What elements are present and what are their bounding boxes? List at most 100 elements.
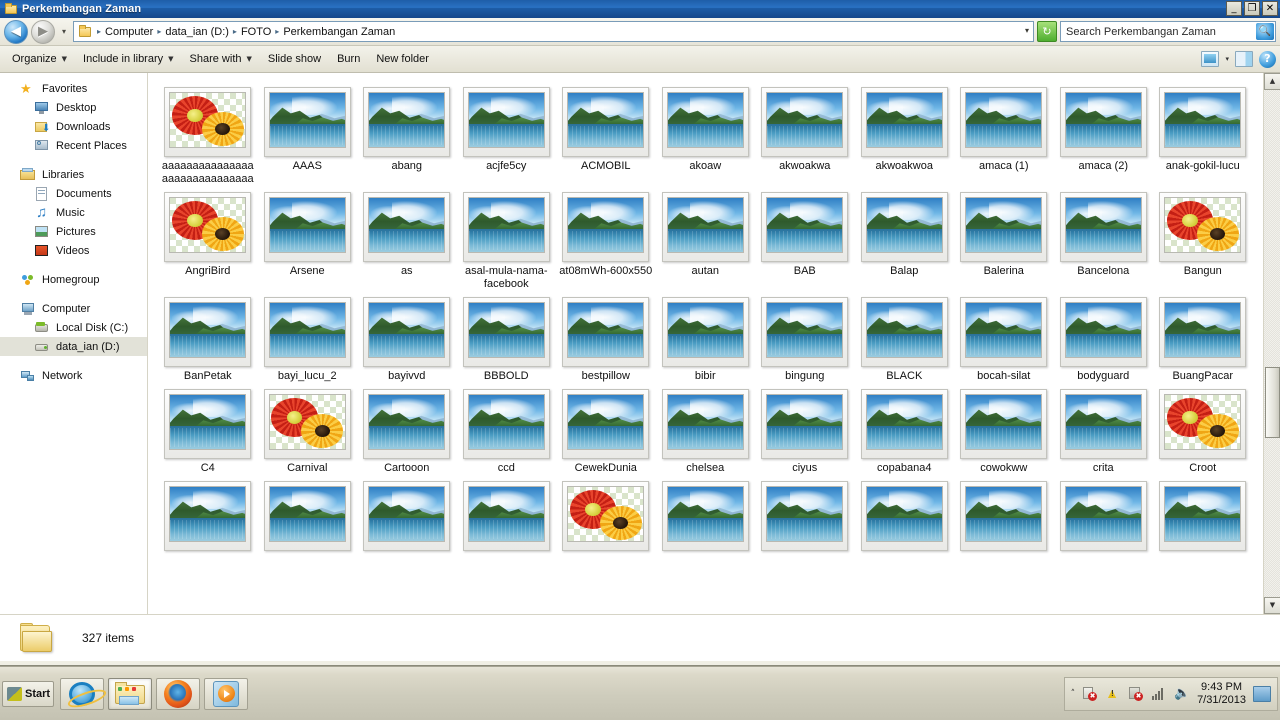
file-tile[interactable] xyxy=(158,475,258,554)
taskbar-button-firefox[interactable] xyxy=(156,677,200,710)
sidebar-item-pictures[interactable]: Pictures xyxy=(0,222,147,241)
file-tile[interactable] xyxy=(1153,475,1253,554)
file-tile[interactable] xyxy=(755,475,855,554)
breadcrumb-separator[interactable]: ▸ xyxy=(155,27,163,36)
close-button[interactable]: ✕ xyxy=(1262,1,1278,16)
burn-button[interactable]: Burn xyxy=(329,50,368,68)
file-tile[interactable]: Cartooon xyxy=(357,383,457,475)
file-tile[interactable]: Balerina xyxy=(954,186,1054,291)
file-tile[interactable]: copabana4 xyxy=(855,383,955,475)
navigation-pane[interactable]: ★ Favorites Desktop ⬇ Downloads Recent P… xyxy=(0,73,148,614)
show-hidden-icons-icon[interactable]: ˄ xyxy=(1071,689,1076,699)
scroll-down-button[interactable]: ▼ xyxy=(1264,597,1280,614)
file-tile[interactable]: ACMOBIL xyxy=(556,81,656,186)
file-tile[interactable]: abang xyxy=(357,81,457,186)
vertical-scrollbar[interactable]: ▲ ▼ xyxy=(1263,73,1280,614)
file-tile[interactable]: BLACK xyxy=(855,291,955,383)
file-tile[interactable]: bodyguard xyxy=(1054,291,1154,383)
file-tile[interactable]: Bangun xyxy=(1153,186,1253,291)
sidebar-item-videos[interactable]: Videos xyxy=(0,241,147,260)
organize-button[interactable]: Organize ▼ xyxy=(4,50,75,68)
sidebar-item-recent-places[interactable]: Recent Places xyxy=(0,136,147,155)
file-tile[interactable]: bayi_lucu_2 xyxy=(258,291,358,383)
file-tile[interactable]: AngriBird xyxy=(158,186,258,291)
sidebar-item-downloads[interactable]: ⬇ Downloads xyxy=(0,117,147,136)
recent-pages-dropdown[interactable]: ▾ xyxy=(58,27,70,36)
file-tile[interactable]: aaaaaaaaaaaaaaaaaaaaaaaaaaaaaa xyxy=(158,81,258,186)
antivirus-icon[interactable]: ✖ xyxy=(1128,686,1144,702)
sidebar-item-local-disk-c[interactable]: Local Disk (C:) xyxy=(0,318,147,337)
file-tile[interactable]: CewekDunia xyxy=(556,383,656,475)
action-center-flag-icon[interactable]: ✖ xyxy=(1082,686,1098,702)
back-button[interactable]: ◀ xyxy=(4,19,28,44)
file-tile[interactable]: BanPetak xyxy=(158,291,258,383)
title-bar[interactable]: Perkembangan Zaman _ ❐ ✕ xyxy=(0,0,1280,18)
sidebar-item-data-ian-d[interactable]: data_ian (D:) xyxy=(0,337,147,356)
taskbar-button-internet-explorer[interactable] xyxy=(60,677,104,710)
file-tile[interactable] xyxy=(954,475,1054,554)
file-tile[interactable]: C4 xyxy=(158,383,258,475)
minimize-button[interactable]: _ xyxy=(1226,1,1242,16)
taskbar-button-windows-explorer[interactable] xyxy=(108,677,152,710)
new-folder-button[interactable]: New folder xyxy=(368,50,437,68)
file-tile[interactable] xyxy=(258,475,358,554)
sidebar-item-music[interactable]: ♫ Music xyxy=(0,203,147,222)
file-tile[interactable]: Carnival xyxy=(258,383,358,475)
file-tile[interactable]: acjfe5cy xyxy=(457,81,557,186)
file-tile[interactable]: bestpillow xyxy=(556,291,656,383)
file-tile[interactable]: autan xyxy=(656,186,756,291)
breadcrumb-separator[interactable]: ▸ xyxy=(95,27,103,36)
file-tile[interactable]: at08mWh-600x550 xyxy=(556,186,656,291)
search-input[interactable]: Search Perkembangan Zaman 🔍 xyxy=(1060,21,1276,42)
file-tile[interactable]: bayivvd xyxy=(357,291,457,383)
chevron-down-icon[interactable]: ▾ xyxy=(1025,26,1029,35)
share-with-button[interactable]: Share with ▼ xyxy=(182,50,260,68)
file-tile[interactable]: Arsene xyxy=(258,186,358,291)
include-in-library-button[interactable]: Include in library ▼ xyxy=(75,50,181,68)
file-tile[interactable] xyxy=(457,475,557,554)
taskbar-button-windows-media-player[interactable] xyxy=(204,677,248,710)
breadcrumb-item-foto[interactable]: FOTO xyxy=(239,26,273,38)
scroll-up-button[interactable]: ▲ xyxy=(1264,73,1280,90)
sidebar-item-desktop[interactable]: Desktop xyxy=(0,98,147,117)
forward-button[interactable]: ▶ xyxy=(31,19,55,44)
breadcrumb-separator[interactable]: ▸ xyxy=(273,27,281,36)
breadcrumb-item-data-ian[interactable]: data_ian (D:) xyxy=(163,26,231,38)
file-list-pane[interactable]: aaaaaaaaaaaaaaaaaaaaaaaaaaaaaa AAAS abang a… xyxy=(148,73,1280,614)
chevron-down-icon[interactable]: ▾ xyxy=(1225,55,1229,63)
file-tile[interactable]: bingung xyxy=(755,291,855,383)
file-tile[interactable]: anak-gokil-lucu xyxy=(1153,81,1253,186)
scrollbar-thumb[interactable] xyxy=(1265,367,1280,438)
file-tile[interactable]: amaca (1) xyxy=(954,81,1054,186)
show-desktop-button[interactable] xyxy=(1253,685,1271,702)
network-signal-icon[interactable] xyxy=(1151,686,1167,702)
preview-pane-icon[interactable] xyxy=(1235,51,1253,67)
file-tile[interactable]: amaca (2) xyxy=(1054,81,1154,186)
file-tile[interactable]: akoaw xyxy=(656,81,756,186)
file-tile[interactable] xyxy=(556,475,656,554)
file-tile[interactable] xyxy=(1054,475,1154,554)
file-tile[interactable]: Balap xyxy=(855,186,955,291)
change-view-icon[interactable] xyxy=(1201,51,1220,67)
sidebar-item-homegroup[interactable]: Homegroup xyxy=(0,270,147,289)
file-tile[interactable]: BAB xyxy=(755,186,855,291)
refresh-button[interactable]: ↻ xyxy=(1037,21,1057,42)
file-tile[interactable]: Croot xyxy=(1153,383,1253,475)
file-tile[interactable] xyxy=(656,475,756,554)
slide-show-button[interactable]: Slide show xyxy=(260,50,329,68)
help-icon[interactable]: ? xyxy=(1259,50,1276,68)
file-tile[interactable]: chelsea xyxy=(656,383,756,475)
file-tile[interactable]: cowokww xyxy=(954,383,1054,475)
volume-icon[interactable]: 🔈 xyxy=(1174,686,1190,702)
search-icon[interactable]: 🔍 xyxy=(1256,23,1274,40)
file-tile[interactable]: BuangPacar xyxy=(1153,291,1253,383)
sidebar-item-documents[interactable]: Documents xyxy=(0,184,147,203)
file-tile[interactable] xyxy=(855,475,955,554)
file-tile[interactable]: asal-mula-nama-facebook xyxy=(457,186,557,291)
breadcrumb-item-computer[interactable]: Computer xyxy=(103,26,155,38)
warning-triangle-icon[interactable]: ▲ ! xyxy=(1105,686,1121,702)
file-tile[interactable]: bibir xyxy=(656,291,756,383)
file-tile[interactable]: as xyxy=(357,186,457,291)
file-tile[interactable]: AAAS xyxy=(258,81,358,186)
file-tile[interactable] xyxy=(357,475,457,554)
